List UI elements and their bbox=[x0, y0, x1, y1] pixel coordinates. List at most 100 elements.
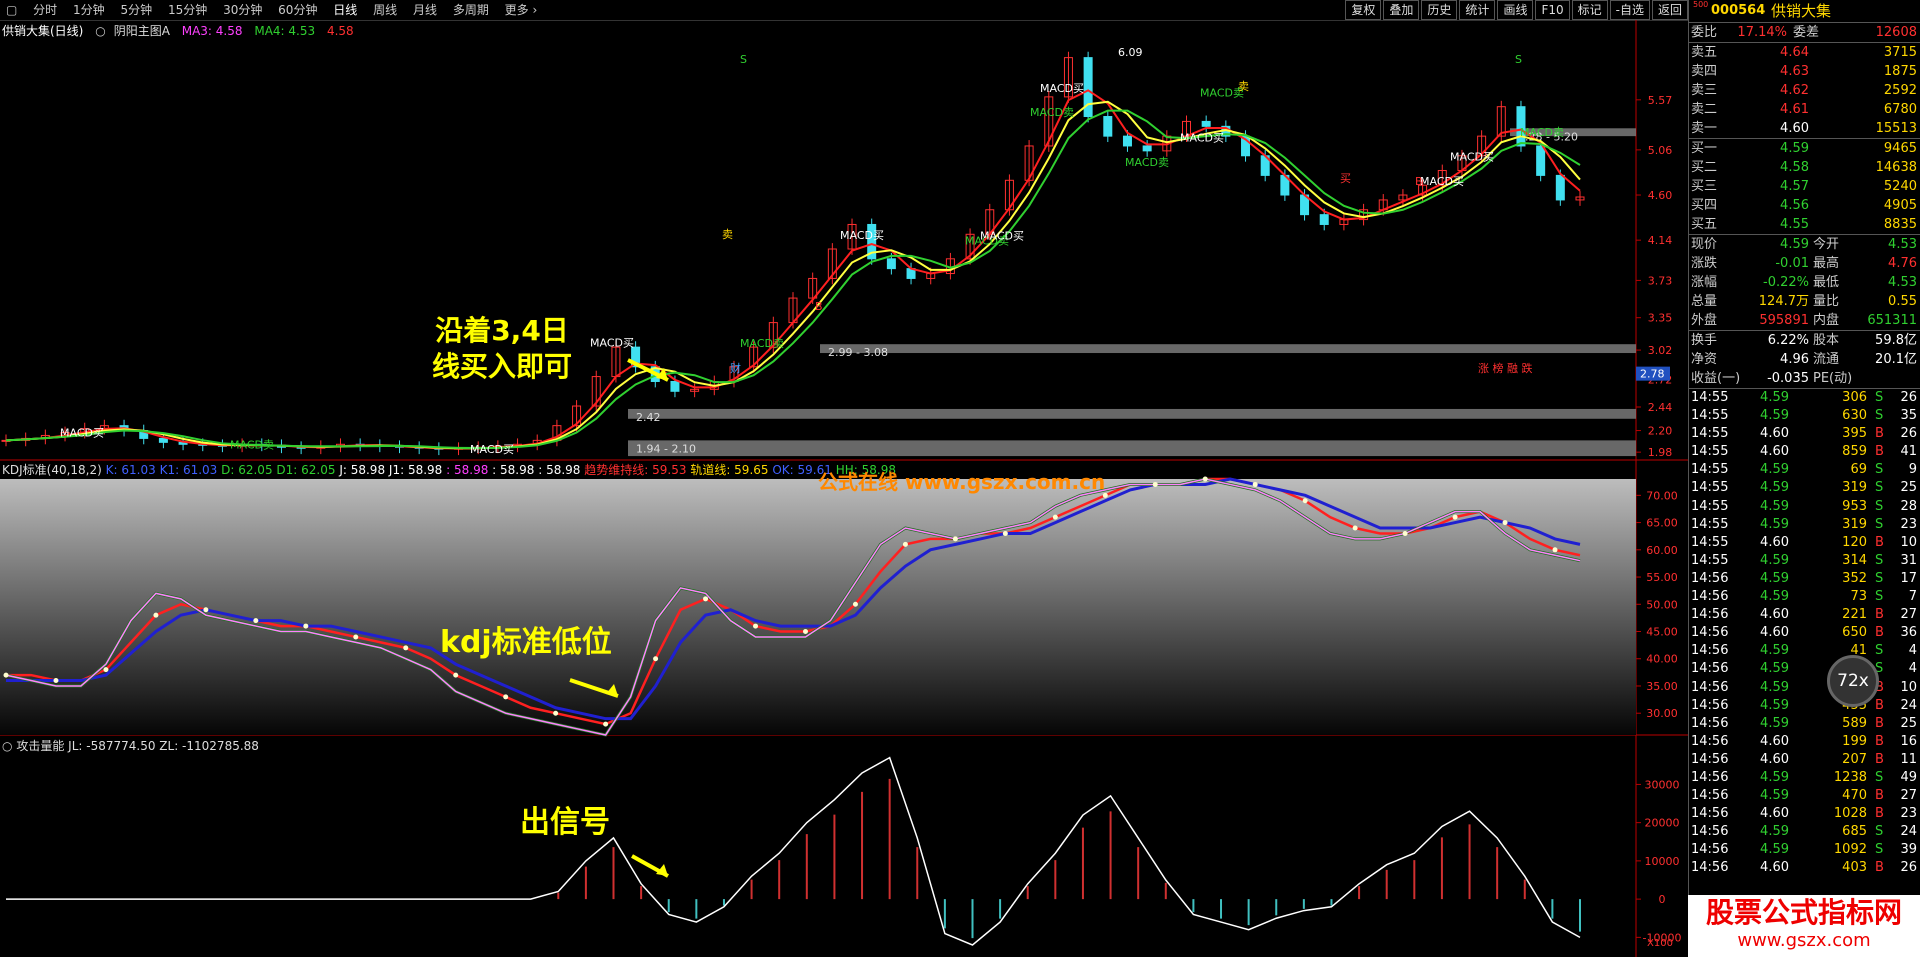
macd-signal-label: MACD买 bbox=[590, 337, 634, 350]
period-tab-5min[interactable]: 5分钟 bbox=[114, 0, 158, 20]
kdj-v1: : 58.98 bbox=[446, 463, 489, 477]
order-volume: 15513 bbox=[1875, 121, 1917, 136]
period-tab-multi[interactable]: 多周期 bbox=[447, 0, 495, 20]
mark-button[interactable]: 标记 bbox=[1571, 0, 1608, 20]
quote-stats: 现价 4.59 今开 4.53 涨跌 -0.01 最高 4.76 涨幅 -0.22% 最低 4.53 总… bbox=[1689, 234, 1920, 330]
period-tab-30min[interactable]: 30分钟 bbox=[217, 0, 268, 20]
kdj-panel-background bbox=[0, 479, 1636, 735]
logo-url: www.gszx.com bbox=[1737, 930, 1871, 951]
kdj-dot bbox=[153, 612, 159, 618]
tick-count: 23 bbox=[1900, 516, 1917, 532]
stock-code: 000564 bbox=[1711, 3, 1766, 18]
kdj-d1: D1: 62.05 bbox=[276, 463, 336, 477]
macd-signal-label: MACD卖 bbox=[1520, 126, 1564, 139]
back-button[interactable]: 返回 bbox=[1651, 0, 1688, 20]
f10-button[interactable]: F10 bbox=[1535, 0, 1570, 20]
quote-row: 涨跌 -0.01 最高 4.76 bbox=[1689, 254, 1920, 273]
kdj-j1: J1: 58.98 bbox=[388, 463, 443, 477]
kdj-name[interactable]: KDJ标准(40,18,2) bbox=[2, 463, 102, 477]
order-volume: 14638 bbox=[1875, 160, 1917, 175]
annotation-line2: 线买入即可 bbox=[432, 350, 573, 383]
toolbar-menu-icon[interactable]: ▢ bbox=[0, 0, 23, 20]
tick-list[interactable]: 14:55 4.59 306 S 26 14:55 4.59 630 S 35 14:55 4.60 3… bbox=[1689, 388, 1920, 878]
draw-line-button[interactable]: 画线 bbox=[1497, 0, 1534, 20]
kdj-dot bbox=[503, 694, 509, 700]
kdj-dot bbox=[753, 623, 759, 629]
kdj-dot bbox=[1552, 547, 1558, 553]
b-signal: B bbox=[815, 300, 823, 313]
kdj-dot bbox=[603, 721, 609, 727]
annotation-signal: 出信号 bbox=[520, 805, 610, 840]
watchlist-button[interactable]: -自选 bbox=[1609, 0, 1650, 20]
overlay-button[interactable]: 叠加 bbox=[1383, 0, 1420, 20]
logo-title: 股票公式指标网 bbox=[1705, 896, 1902, 929]
quote2-row: 收益(一) -0.035 PE(动) bbox=[1689, 369, 1920, 388]
kdj-dot bbox=[1152, 481, 1158, 487]
period-tab-1min[interactable]: 1分钟 bbox=[67, 0, 111, 20]
period-tab-fenshi[interactable]: 分时 bbox=[27, 0, 63, 20]
ma5-line bbox=[5, 109, 1581, 450]
period-tab-more[interactable]: 更多 › bbox=[499, 0, 544, 20]
order-volume: 1875 bbox=[1883, 64, 1917, 79]
period-tab-60min[interactable]: 60分钟 bbox=[272, 0, 323, 20]
panel-collapse-icon[interactable]: ○ bbox=[2, 739, 12, 753]
stock-header: 500 000564 供销大集 bbox=[1689, 0, 1920, 22]
kdj-dot bbox=[1402, 530, 1408, 536]
sell-row: 卖三 4.62 2592 bbox=[1689, 81, 1920, 100]
speed-badge[interactable]: 72x bbox=[1827, 655, 1879, 707]
kdj-v2: : 58.98 bbox=[492, 463, 535, 477]
vol-name[interactable]: 攻击量能 bbox=[16, 739, 64, 753]
tick-count: 26 bbox=[1900, 390, 1917, 405]
order-volume: 9465 bbox=[1883, 141, 1917, 156]
period-tab-15min[interactable]: 15分钟 bbox=[162, 0, 213, 20]
stats-button[interactable]: 统计 bbox=[1459, 0, 1496, 20]
tick-row: 14:564.5954S4 bbox=[1689, 660, 1920, 678]
kdj-dot bbox=[653, 656, 659, 662]
macd-signal-label: MACD买 bbox=[840, 229, 884, 242]
tick-row: 14:56 4.59 73 S 7 bbox=[1689, 588, 1920, 606]
period-tab-weekly[interactable]: 周线 bbox=[367, 0, 403, 20]
tick-row: 14:56 4.59 1092 S 39 bbox=[1689, 841, 1920, 859]
candle-body bbox=[1536, 145, 1546, 176]
tick-row: 14:56 4.59 1238 S 49 bbox=[1689, 769, 1920, 787]
tick-row: 14:56 4.60 1028 B 23 bbox=[1689, 805, 1920, 823]
fuquan-button[interactable]: 复权 bbox=[1345, 0, 1382, 20]
ma3-line bbox=[5, 89, 1581, 450]
tick-count: 35 bbox=[1900, 408, 1917, 424]
price-tick-label: 2.44 bbox=[1648, 401, 1673, 414]
kdj-trend: 趋势维持线: 59.53 bbox=[584, 463, 687, 477]
macd-signal-label: MACD买 bbox=[980, 230, 1024, 243]
tick-row: 14:55 4.59 319 S 25 bbox=[1689, 479, 1920, 497]
buy-orders: 买一 4.59 9465 买二 4.58 14638 买三 4.57 5240 买四 4.56 490… bbox=[1689, 138, 1920, 234]
kdj-j: J: 58.98 bbox=[339, 463, 386, 477]
tick-row: 14:55 4.59 319 S 23 bbox=[1689, 516, 1920, 534]
macd-signal-label: MACD卖 bbox=[230, 438, 274, 451]
period-toolbar: ▢ 分时 1分钟 5分钟 15分钟 30分钟 60分钟 日线 周线 月线 多周期… bbox=[0, 0, 1688, 21]
header-mini-label: 500 bbox=[1693, 0, 1709, 9]
volume-line bbox=[6, 756, 1581, 946]
weibi-row: 委比 17.14% 委差 12608 bbox=[1689, 22, 1920, 42]
ma4-line bbox=[5, 100, 1581, 450]
quote2-row: 换手 6.22% 股本 59.8亿 bbox=[1689, 331, 1920, 350]
history-button[interactable]: 历史 bbox=[1421, 0, 1458, 20]
kdj-dot bbox=[553, 710, 559, 716]
macd-signal-label: MACD买 bbox=[1420, 175, 1464, 188]
kdj-dot bbox=[902, 541, 908, 547]
buy-row: 买五 4.55 8835 bbox=[1689, 215, 1920, 234]
quote-label: PE(动) bbox=[1813, 371, 1853, 386]
kdj-tick-label: 70.00 bbox=[1646, 489, 1678, 502]
tick-row: 14:56 4.60 403 B 26 bbox=[1689, 859, 1920, 877]
price-zone bbox=[628, 440, 1636, 457]
sell-signal: 卖 bbox=[1238, 80, 1249, 93]
kdj-dot bbox=[303, 623, 309, 629]
kdj-dot bbox=[852, 601, 858, 607]
period-tab-monthly[interactable]: 月线 bbox=[407, 0, 443, 20]
macd-signal-label: MACD买 bbox=[1180, 131, 1224, 144]
quote2-row: 净资 4.96 流通 20.1亿 bbox=[1689, 350, 1920, 369]
quote-value: 651311 bbox=[1867, 313, 1917, 328]
zone-label: 1.94 - 2.10 bbox=[636, 442, 696, 455]
kdj-tick-label: 50.00 bbox=[1646, 598, 1678, 611]
period-tab-daily[interactable]: 日线 bbox=[327, 0, 363, 20]
volume-tick-label: 30000 bbox=[1645, 778, 1680, 791]
quote-value: 0.55 bbox=[1888, 294, 1917, 309]
